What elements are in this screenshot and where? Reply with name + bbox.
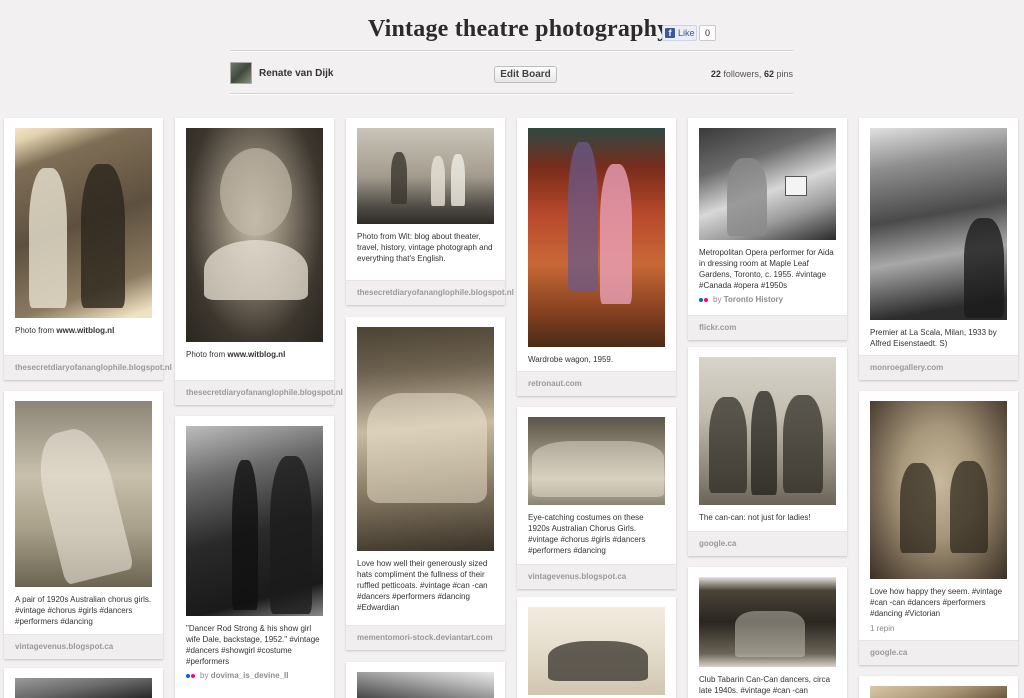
flickr-icon xyxy=(699,295,708,304)
pin-image[interactable] xyxy=(870,401,1007,579)
pin-card[interactable]: Photo from www.witblog.nl thesecretdiary… xyxy=(4,118,172,380)
pin-card[interactable]: Photo from www.witblog.nl thesecretdiary… xyxy=(175,118,343,405)
pin-caption: The can-can: not just for ladies! xyxy=(699,513,811,522)
pin-card[interactable] xyxy=(346,662,505,698)
flickr-icon xyxy=(186,671,195,680)
pin-caption: Love how well their generously sized hat… xyxy=(357,559,488,612)
pin-card[interactable]: A pair of 1920s Australian chorus girls.… xyxy=(4,391,163,659)
pin-attribution-user[interactable]: Toronto History xyxy=(724,295,783,304)
pin-card[interactable] xyxy=(4,668,163,698)
pin-image[interactable] xyxy=(870,128,1007,320)
pin-attribution: by Toronto History xyxy=(688,291,847,304)
pin-card[interactable]: Club Tabarin Can-Can dancers, circa late… xyxy=(688,567,847,698)
pin-source[interactable]: thesecretdiaryofananglophile.blogspot.nl xyxy=(4,355,172,380)
pin-caption: "Dancer Rod Strong & his show girl wife … xyxy=(186,624,320,666)
pin-card[interactable]: Wardrobe wagon, 1959. retronaut.com xyxy=(517,118,676,396)
pin-card[interactable]: "Dancer Rod Strong & his show girl wife … xyxy=(175,416,334,698)
pin-image[interactable] xyxy=(699,357,836,505)
pin-caption-link[interactable]: www.witblog.nl xyxy=(227,350,285,359)
pin-card[interactable]: Love how happy they seem. #vintage #can … xyxy=(859,391,1018,665)
followers-count[interactable]: 22 xyxy=(711,69,721,79)
board-title: Vintage theatre photography xyxy=(368,16,670,42)
pin-card[interactable]: Eye-catching costumes on these 1920s Aus… xyxy=(517,407,676,589)
pin-image[interactable] xyxy=(15,401,152,587)
pins-label: pins xyxy=(776,69,793,79)
pin-caption: A pair of 1920s Australian chorus girls.… xyxy=(15,595,152,626)
pin-source[interactable]: google.ca xyxy=(688,531,847,556)
facebook-like-button[interactable]: f Like xyxy=(662,25,697,41)
pins-count: 62 xyxy=(763,69,774,79)
pin-card[interactable]: The can-can: not just for ladies! google… xyxy=(688,347,847,556)
pin-caption: Eye-catching costumes on these 1920s Aus… xyxy=(528,513,646,555)
pin-caption: Premier at La Scala, Milan, 1933 by Alfr… xyxy=(870,328,997,348)
pin-source[interactable]: thesecretdiaryofananglophile.blogspot.nl xyxy=(346,280,514,305)
pin-source[interactable]: vintagevenus.blogspot.ca xyxy=(517,564,676,589)
board-stats: 22 followers, 62 pins xyxy=(711,69,793,79)
pin-source[interactable]: flickr.com xyxy=(688,315,847,340)
pin-card[interactable] xyxy=(517,597,676,698)
pin-image[interactable] xyxy=(357,672,494,698)
followers-label: followers, xyxy=(723,69,762,79)
pin-image[interactable] xyxy=(186,128,323,342)
pin-image[interactable] xyxy=(528,128,665,347)
owner-avatar[interactable] xyxy=(230,62,252,84)
pin-image[interactable] xyxy=(699,577,836,667)
pin-image[interactable] xyxy=(357,128,494,224)
facebook-like-label: Like xyxy=(678,28,695,38)
pin-card[interactable] xyxy=(859,676,1018,698)
pin-caption: Metropolitan Opera performer for Aida in… xyxy=(699,248,834,290)
pin-caption: Photo from Wit: blog about theater, trav… xyxy=(357,232,493,263)
pin-caption-link[interactable]: www.witblog.nl xyxy=(56,326,114,335)
pin-source[interactable]: mementomori-stock.deviantart.com xyxy=(346,625,505,650)
pin-card[interactable]: Photo from Wit: blog about theater, trav… xyxy=(346,118,514,305)
edit-board-button[interactable]: Edit Board xyxy=(494,66,557,83)
pin-caption: Photo from www.witblog.nl xyxy=(186,350,286,359)
pin-source[interactable]: google.ca xyxy=(859,640,1018,665)
pin-image[interactable] xyxy=(186,426,323,616)
pin-image[interactable] xyxy=(870,686,1007,698)
pin-card[interactable]: Love how well their generously sized hat… xyxy=(346,317,505,650)
pin-caption: Club Tabarin Can-Can dancers, circa late… xyxy=(699,675,831,695)
pin-caption: Wardrobe wagon, 1959. xyxy=(528,355,614,364)
board-owner-name[interactable]: Renate van Dijk xyxy=(259,68,333,79)
header-divider-top xyxy=(230,50,793,52)
pin-image[interactable] xyxy=(528,417,665,505)
pin-source[interactable]: thesecretdiaryofananglophile.blogspot.nl xyxy=(175,380,343,405)
facebook-icon: f xyxy=(665,28,675,38)
facebook-like-count: 0 xyxy=(699,25,716,41)
pin-card[interactable]: Metropolitan Opera performer for Aida in… xyxy=(688,118,847,340)
pin-source[interactable]: monroegallery.com xyxy=(859,355,1018,380)
pin-card[interactable]: Premier at La Scala, Milan, 1933 by Alfr… xyxy=(859,118,1018,380)
pin-attribution-user[interactable]: dovima_is_devine_II xyxy=(211,671,289,680)
pin-image[interactable] xyxy=(15,678,152,698)
pin-image[interactable] xyxy=(15,128,152,318)
pin-repin-count: 1 repin xyxy=(870,624,895,633)
pin-source[interactable]: retronaut.com xyxy=(517,371,676,396)
pin-image[interactable] xyxy=(699,128,836,240)
pin-attribution: by dovima_is_devine_II xyxy=(175,667,334,680)
pin-caption: Photo from www.witblog.nl xyxy=(15,326,115,335)
pin-caption: Love how happy they seem. #vintage #can … xyxy=(870,587,1003,618)
header-divider-bottom xyxy=(230,93,793,95)
pin-image[interactable] xyxy=(528,607,665,695)
pin-source[interactable]: vintagevenus.blogspot.ca xyxy=(4,634,163,659)
board-header: Vintage theatre photography f Like 0 Ren… xyxy=(0,0,1024,110)
pin-image[interactable] xyxy=(357,327,494,551)
